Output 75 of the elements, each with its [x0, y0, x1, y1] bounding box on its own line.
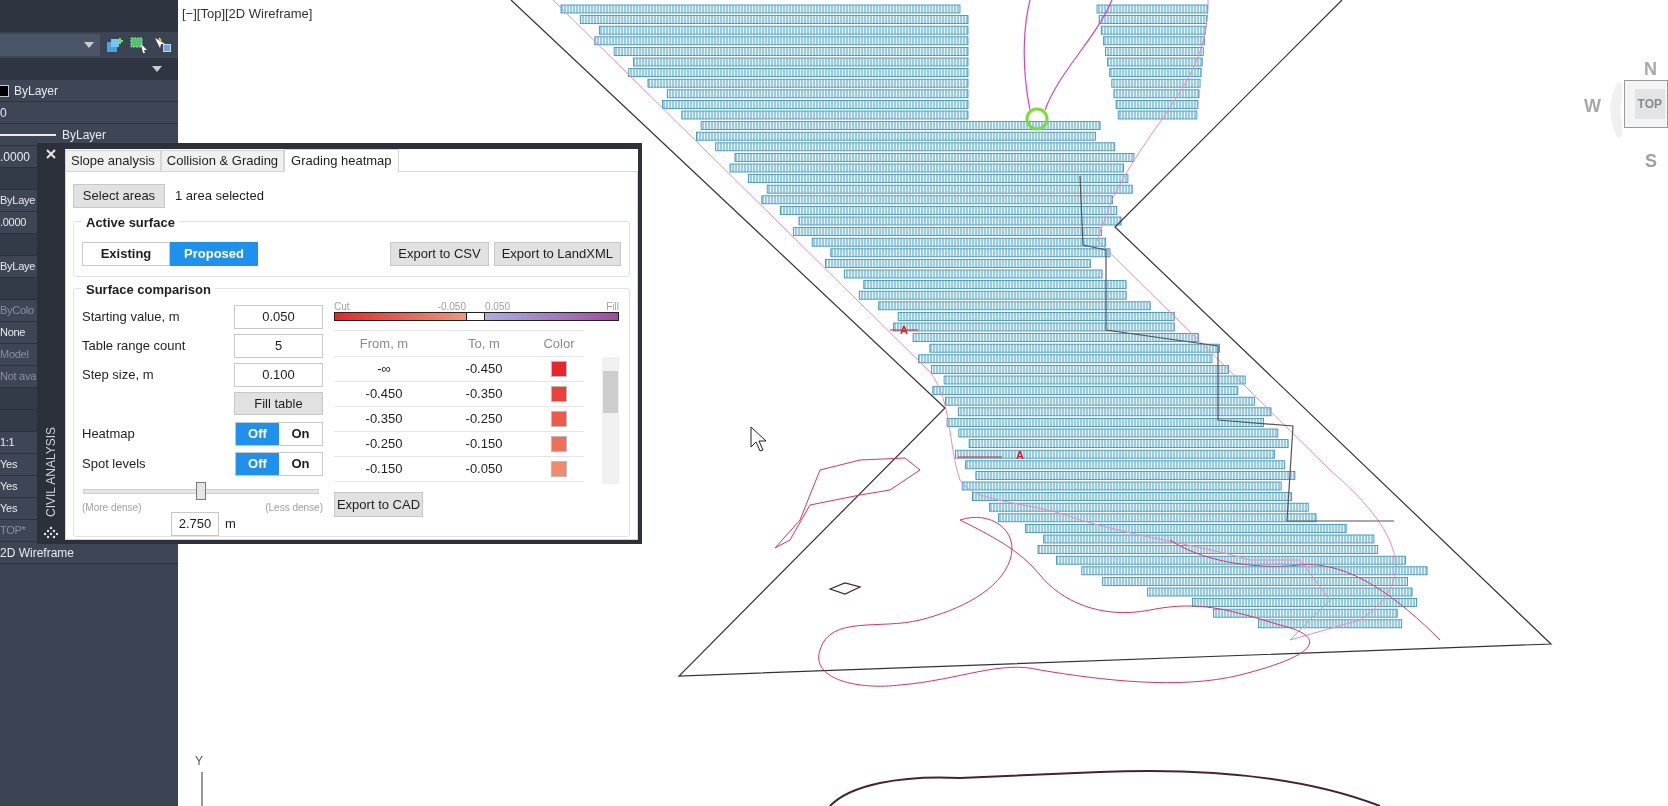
dialog-title: CIVIL ANALYSIS [43, 427, 59, 517]
export-button[interactable]: Export to CSV [390, 242, 489, 266]
tab[interactable]: Slope analysis [65, 150, 161, 172]
table-scrollbar[interactable] [602, 357, 619, 484]
property-value[interactable]: ByLaye [0, 258, 36, 275]
toggle-label: Spot levels [82, 455, 146, 474]
color-swatch[interactable] [551, 361, 567, 377]
unit-label: m [225, 515, 236, 534]
property-value[interactable]: Yes [0, 500, 18, 517]
section-mark-label: A [900, 323, 908, 338]
input-field[interactable]: 0.050 [234, 305, 323, 329]
column-header: Color [542, 334, 576, 353]
selection-status: 1 area selected [175, 187, 264, 206]
table-cell-text: -0.250 [364, 435, 404, 454]
property-value[interactable]: 1:1 [0, 434, 15, 451]
cursor-icon [750, 426, 766, 452]
table-cell-text: -0.050 [464, 460, 504, 479]
dots-icon[interactable] [43, 526, 59, 540]
scale-label: 0.050 [485, 301, 511, 312]
property-value[interactable]: ByLaye [0, 192, 36, 209]
field-label: Step size, m [82, 366, 154, 385]
property-value[interactable]: ByLayer [14, 81, 59, 100]
color-swatch[interactable] [551, 411, 567, 427]
viewport-label[interactable]: [−][Top][2D Wireframe] [182, 4, 313, 24]
property-value[interactable]: Yes [0, 478, 18, 495]
table-cell-text: -0.250 [464, 410, 504, 429]
slider-min-label: (More dense) [82, 501, 142, 515]
select-areas-button[interactable]: Select areas [73, 184, 165, 208]
field-label: Table range count [82, 337, 186, 356]
color-swatch[interactable] [551, 436, 567, 452]
property-value[interactable]: 2D Wireframe [0, 543, 74, 562]
axis-label: Y [195, 753, 203, 770]
scale-label: Fill [606, 301, 619, 312]
color-swatch[interactable] [551, 461, 567, 477]
caret-icon[interactable] [152, 66, 162, 72]
export-to-cad-button[interactable]: Export to CAD [334, 492, 423, 517]
column-header: From, m [358, 334, 410, 353]
property-value[interactable]: .0000 [0, 147, 31, 166]
fill-table-button[interactable]: Fill table [234, 392, 323, 416]
quick-select-icon[interactable] [154, 37, 172, 53]
field-label: Starting value, m [82, 308, 180, 327]
segment-option[interactable]: Existing [82, 242, 170, 266]
tab[interactable]: Grading heatmap [284, 149, 399, 172]
column-header: To, m [467, 334, 501, 353]
input-field[interactable]: 0.100 [234, 363, 323, 387]
input-field[interactable]: 5 [234, 334, 323, 358]
property-value[interactable]: ByLayer [62, 125, 107, 144]
property-value[interactable]: None [0, 324, 26, 341]
select-objects-icon[interactable] [130, 37, 148, 53]
tab[interactable]: Collision & Grading [160, 150, 285, 172]
export-button[interactable]: Export to LandXML [493, 242, 621, 266]
color-swatch [0, 84, 9, 97]
slider-max-label: (Less dense) [265, 501, 323, 515]
property-value[interactable]: .0000 [0, 214, 27, 231]
table-cell-text: -0.350 [464, 385, 504, 404]
scale-label: -0.050 [437, 301, 466, 312]
table-cell-text: -0.150 [364, 460, 404, 479]
color-swatch[interactable] [551, 386, 567, 402]
scale-label: Cut [334, 301, 350, 312]
y-axis-icon [201, 771, 203, 806]
lineweight-sample [0, 133, 56, 136]
table-cell-text: -0.450 [464, 360, 504, 379]
layers-add-icon[interactable] [106, 37, 124, 53]
density-input[interactable]: 2.750 [171, 512, 219, 536]
table-cell-text: -0.350 [364, 410, 404, 429]
table-cell-text: -0.450 [364, 385, 404, 404]
property-value[interactable]: 0 [0, 103, 7, 122]
table-cell-text: -0.150 [464, 435, 504, 454]
caret-icon [84, 42, 94, 48]
section-mark-label: A [1016, 448, 1024, 463]
table-cell-text: -∞ [376, 360, 392, 379]
close-icon[interactable] [46, 149, 56, 159]
toggle-label: Heatmap [82, 425, 135, 444]
property-value[interactable]: Yes [0, 456, 18, 473]
slider-thumb[interactable] [196, 482, 206, 501]
